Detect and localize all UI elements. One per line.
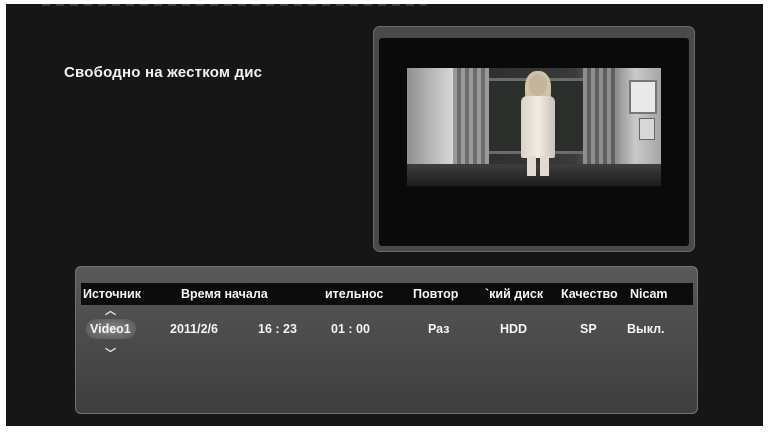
chevron-down-icon[interactable]: ﹀ [105,345,116,361]
header-quality: Качество [561,287,618,301]
cell-duration[interactable]: 01 : 00 [331,321,391,337]
disk-free-label: Свободно на жестком дис [64,64,263,81]
table-header: Источник Время начала ительнос Повтор `к… [81,283,693,305]
cell-disk[interactable]: HDD [500,321,540,337]
header-source: Источник [83,287,141,301]
header-nicam: Nicam [630,287,668,301]
chevron-up-icon[interactable]: ︿ [105,302,116,318]
header-disk: `кий диск [485,287,544,301]
header-repeat: Повтор [413,287,459,301]
cell-quality[interactable]: SP [580,321,610,337]
cell-repeat[interactable]: Раз [428,321,468,337]
header-duration: ительнос [325,287,384,301]
recording-schedule-panel: Источник Время начала ительнос Повтор `к… [75,266,698,414]
top-border-dash [42,4,427,6]
video-preview [379,38,689,246]
header-start-time: Время начала [181,287,268,301]
video-preview-image [407,68,661,186]
video-preview-frame [373,26,695,252]
cell-nicam[interactable]: Выкл. [627,321,677,337]
cell-date[interactable]: 2011/2/6 [170,321,240,337]
cell-source: Video1 [90,322,131,336]
cell-start-time[interactable]: 16 : 23 [258,321,318,337]
